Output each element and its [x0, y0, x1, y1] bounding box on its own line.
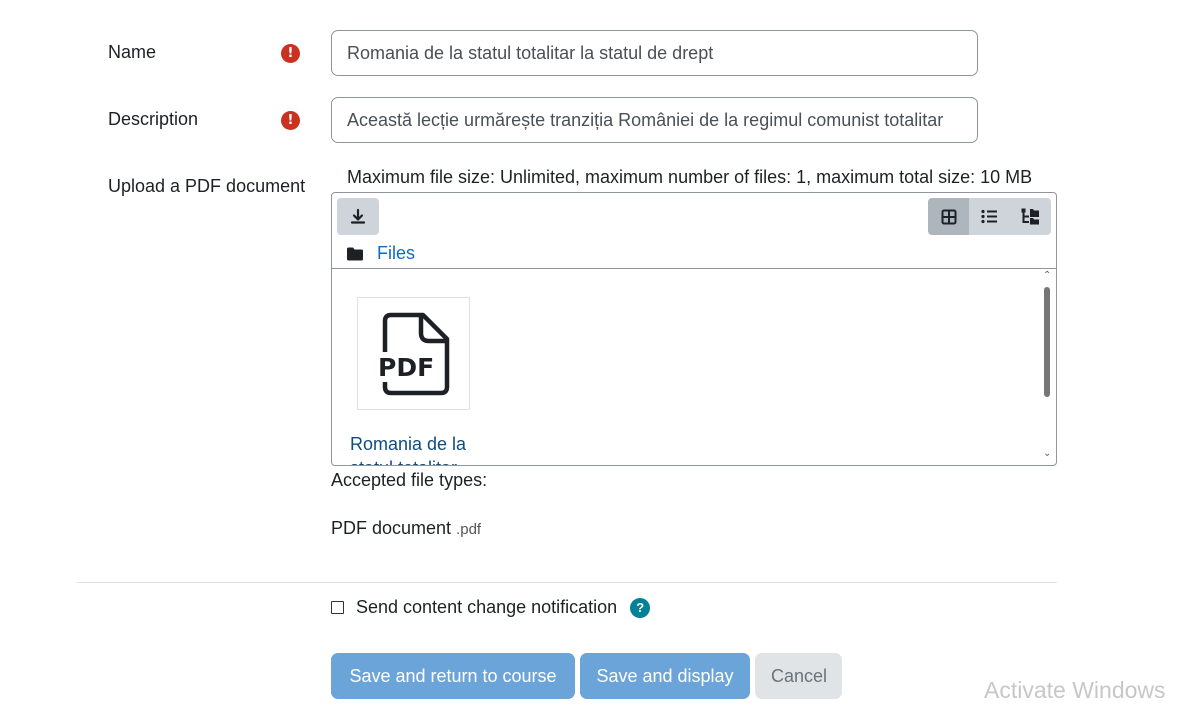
accepted-type: PDF document .pdf [331, 518, 481, 539]
filepicker-scrollbar[interactable]: ⌃ ⌄ [1039, 270, 1056, 465]
name-input[interactable] [331, 30, 978, 76]
save-display-button[interactable]: Save and display [580, 653, 750, 699]
view-switcher [928, 198, 1051, 235]
doc-type-name: PDF document [331, 518, 452, 538]
pdf-icon-label: PDF [378, 353, 434, 382]
files-path-link[interactable]: Files [377, 243, 415, 264]
divider [77, 582, 1057, 583]
description-label: Description [108, 109, 199, 129]
notify-row: Send content change notification ? [331, 597, 651, 618]
folder-icon [347, 247, 363, 260]
grid-view-icon [941, 209, 956, 224]
filepicker-info: Maximum file size: Unlimited, maximum nu… [347, 167, 1033, 187]
filepicker-toolbar: Files [332, 193, 1056, 269]
required-icon: ! [281, 44, 300, 63]
file-thumbnail[interactable]: PDF [357, 297, 470, 410]
tree-view-icon [1021, 208, 1039, 225]
scroll-down-icon[interactable]: ⌄ [1043, 448, 1051, 459]
notify-label: Send content change notification [356, 597, 618, 617]
breadcrumb: Files [347, 243, 415, 264]
filepicker-content: PDF Romania de la statul totalitar ⌃ ⌄ [332, 270, 1056, 465]
cancel-button[interactable]: Cancel [755, 653, 842, 699]
windows-watermark: Activate Windows [984, 677, 1166, 703]
save-return-button[interactable]: Save and return to course [331, 653, 575, 699]
file-name-link[interactable]: Romania de la statul totalitar [350, 432, 490, 465]
notify-checkbox[interactable] [331, 601, 344, 614]
scroll-up-icon[interactable]: ⌃ [1043, 270, 1051, 281]
accepted-types-label: Accepted file types: [331, 470, 488, 490]
list-view-button[interactable] [969, 198, 1010, 235]
list-view-icon [981, 209, 997, 224]
pdf-file-icon: PDF [376, 312, 449, 395]
tree-view-button[interactable] [1010, 198, 1051, 235]
filepicker: Files PDF Romania de la statul totalitar… [331, 192, 1057, 466]
doc-type-ext: .pdf [456, 521, 482, 538]
download-icon [350, 208, 366, 224]
scrollbar-thumb[interactable] [1044, 287, 1050, 397]
description-input[interactable] [331, 97, 978, 143]
name-label: Name [108, 42, 157, 62]
upload-label: Upload a PDF document [108, 176, 306, 196]
download-button[interactable] [337, 198, 379, 235]
help-icon[interactable]: ? [630, 597, 651, 618]
required-icon: ! [281, 111, 300, 130]
grid-view-button[interactable] [928, 198, 969, 235]
